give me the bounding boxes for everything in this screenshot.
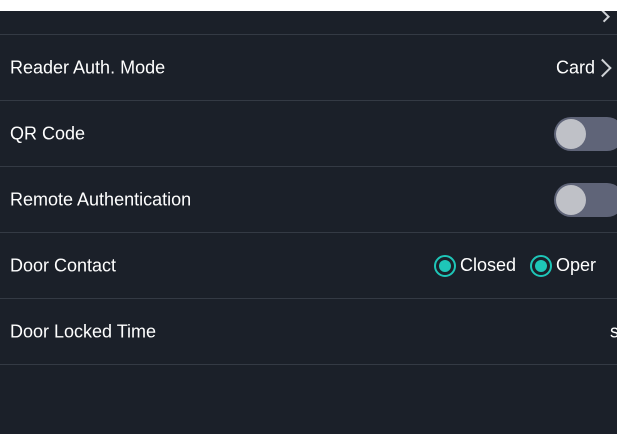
qr-code-label: QR Code	[10, 123, 86, 143]
settings-row-qr-code: QR Code	[0, 101, 617, 167]
settings-row-door-contact: Door Contact Closed Oper	[0, 233, 617, 299]
door-locked-time-label: Door Locked Time	[10, 321, 157, 341]
reader-auth-mode-label: Reader Auth. Mode	[10, 57, 166, 77]
settings-row-remote-authentication: Remote Authentication	[0, 167, 617, 233]
radio-selected-icon	[434, 254, 456, 277]
chevron-right-icon	[595, 11, 610, 22]
reader-auth-mode-value: Card	[556, 57, 596, 77]
qr-code-toggle[interactable]	[554, 116, 617, 151]
door-contact-option-open[interactable]: Oper	[530, 254, 597, 277]
radio-selected-icon	[530, 254, 553, 277]
door-contact-radio-group: Closed Oper	[434, 254, 610, 277]
chevron-right-icon	[593, 58, 612, 77]
remote-authentication-toggle[interactable]	[554, 182, 617, 217]
toggle-knob	[556, 118, 586, 149]
door-contact-option-closed[interactable]: Closed	[434, 254, 517, 277]
door-locked-time-unit: s	[610, 321, 617, 341]
settings-panel: Reader Auth. Mode Card QR Code Remote Au…	[0, 11, 617, 434]
door-contact-option-label: Oper	[556, 255, 597, 275]
settings-row-door-locked-time[interactable]: Door Locked Time s	[0, 299, 617, 365]
remote-authentication-label: Remote Authentication	[10, 189, 192, 209]
settings-row-reader-auth-mode[interactable]: Reader Auth. Mode Card	[0, 35, 617, 101]
settings-row-top-partial[interactable]	[0, 11, 617, 35]
door-contact-option-label: Closed	[460, 255, 517, 275]
toggle-knob	[556, 184, 586, 215]
door-contact-label: Door Contact	[10, 255, 117, 275]
